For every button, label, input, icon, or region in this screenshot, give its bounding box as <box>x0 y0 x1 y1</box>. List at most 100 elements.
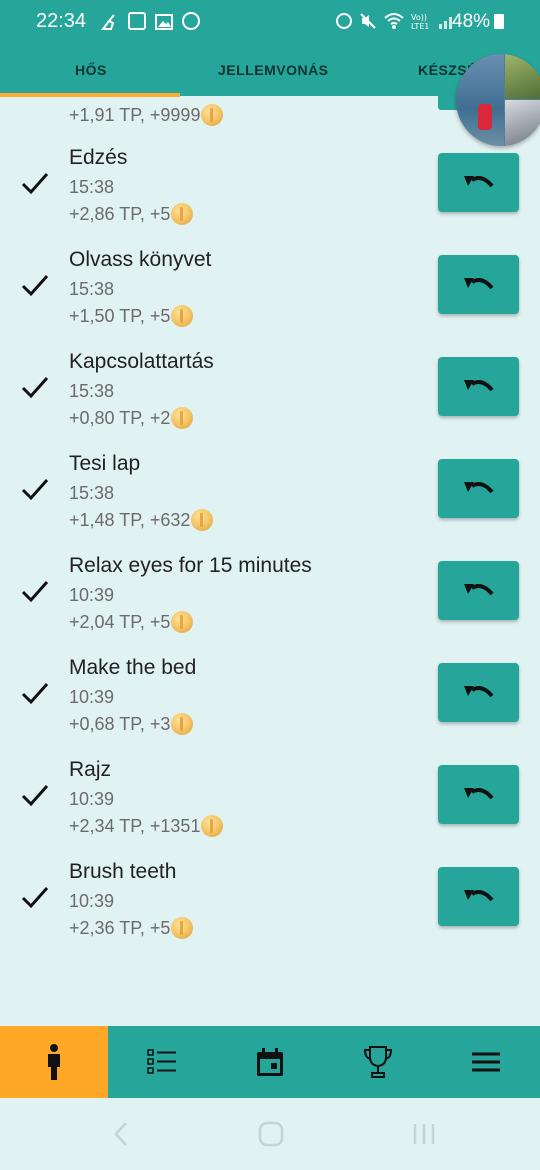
check-icon <box>21 479 49 501</box>
cleaner-icon <box>101 14 115 30</box>
coin-icon <box>171 713 194 735</box>
undo-icon <box>463 583 494 595</box>
coin-icon <box>171 407 194 429</box>
partial-task-stats: +1,91 TP, +9999 <box>69 104 224 126</box>
nav-calendar[interactable] <box>216 1026 324 1098</box>
check-icon <box>21 683 49 705</box>
task-time: 15:38 <box>69 177 115 197</box>
coin-icon <box>171 203 194 225</box>
check-icon <box>21 887 49 909</box>
nav-hero[interactable] <box>0 1026 108 1098</box>
undo-button[interactable] <box>438 153 519 212</box>
svg-text:Vo)): Vo)) <box>411 13 427 22</box>
bottom-navigation <box>0 1026 540 1098</box>
list-item: Brush teeth 10:39 +2,36 TP, +5 <box>0 854 540 956</box>
status-bar: 22:34 Vo)) LTE1 48% <box>0 0 540 44</box>
undo-button[interactable] <box>438 255 519 314</box>
task-stats: +2,36 TP, +5 <box>69 917 194 939</box>
list-item: Make the bed 10:39 +0,68 TP, +3 <box>0 650 540 752</box>
task-time: 10:39 <box>69 687 115 707</box>
task-title: Brush teeth <box>69 860 177 883</box>
check-icon <box>21 275 49 297</box>
undo-button[interactable] <box>438 765 519 824</box>
task-stats: +0,80 TP, +2 <box>69 407 194 429</box>
check-icon <box>21 377 49 399</box>
coin-icon <box>171 305 194 327</box>
undo-icon <box>463 787 494 799</box>
battery-percentage: 48% <box>452 11 491 32</box>
list-icon <box>147 1049 176 1074</box>
messenger-icon <box>182 12 200 30</box>
tab-traits[interactable]: JELLEMVONÁS <box>218 62 329 78</box>
profile-avatar[interactable] <box>456 54 540 146</box>
task-stats-text: +2,04 TP, +5 <box>69 611 171 632</box>
wifi-icon <box>384 13 404 29</box>
coin-icon <box>171 611 194 633</box>
coin-icon <box>171 917 194 939</box>
back-icon[interactable] <box>112 1120 130 1148</box>
nav-achievements[interactable] <box>324 1026 432 1098</box>
task-title: Relax eyes for 15 minutes <box>69 554 312 577</box>
task-stats-text: +1,91 TP, +9999 <box>69 104 201 125</box>
hero-icon <box>48 1044 60 1080</box>
undo-button[interactable] <box>438 663 519 722</box>
undo-button[interactable] <box>438 561 519 620</box>
coin-icon <box>191 509 214 531</box>
nav-menu[interactable] <box>432 1026 540 1098</box>
undo-icon <box>463 277 494 289</box>
task-stats-text: +2,34 TP, +1351 <box>69 815 201 836</box>
svg-text:LTE1: LTE1 <box>411 22 429 30</box>
task-title: Make the bed <box>69 656 197 679</box>
avatar-photo-1 <box>456 54 504 146</box>
undo-icon <box>463 379 494 391</box>
list-item: Olvass könyvet 15:38 +1,50 TP, +5 <box>0 242 540 344</box>
task-stats: +1,50 TP, +5 <box>69 305 194 327</box>
trophy-icon <box>363 1046 393 1078</box>
check-icon <box>21 581 49 603</box>
check-icon <box>21 173 49 195</box>
task-stats: +2,04 TP, +5 <box>69 611 194 633</box>
task-stats-text: +1,50 TP, +5 <box>69 305 171 326</box>
task-time: 10:39 <box>69 891 115 911</box>
list-item: Edzés 15:38 +2,86 TP, +5 <box>0 140 540 242</box>
task-stats: +2,34 TP, +1351 <box>69 815 224 837</box>
mute-icon <box>360 13 376 29</box>
undo-icon <box>463 685 494 697</box>
gallery-icon <box>155 14 173 30</box>
task-stats-text: +2,36 TP, +5 <box>69 917 171 938</box>
undo-button[interactable] <box>438 357 519 416</box>
task-stats-text: +1,48 TP, +632 <box>69 509 191 530</box>
task-time: 15:38 <box>69 381 115 401</box>
system-navigation-bar <box>0 1098 540 1170</box>
task-stats: +0,68 TP, +3 <box>69 713 194 735</box>
calendar-icon <box>257 1048 283 1076</box>
avatar-photo-3 <box>505 100 540 146</box>
signal-icon: Vo))LTE1 <box>411 13 452 30</box>
undo-button[interactable] <box>438 867 519 926</box>
list-item: Relax eyes for 15 minutes 10:39 +2,04 TP… <box>0 548 540 650</box>
task-title: Rajz <box>69 758 112 781</box>
recent-apps-icon[interactable] <box>412 1120 436 1148</box>
task-time: 15:38 <box>69 483 115 503</box>
task-stats-text: +2,86 TP, +5 <box>69 203 171 224</box>
coin-icon <box>201 815 224 837</box>
notification-icon <box>128 12 146 30</box>
undo-icon <box>463 481 494 493</box>
task-title: Tesi lap <box>69 452 141 475</box>
task-time: 10:39 <box>69 789 115 809</box>
list-item: Rajz 10:39 +2,34 TP, +1351 <box>0 752 540 854</box>
task-title: Olvass könyvet <box>69 248 212 271</box>
nav-list[interactable] <box>108 1026 216 1098</box>
task-stats-text: +0,68 TP, +3 <box>69 713 171 734</box>
task-title: Kapcsolattartás <box>69 350 214 373</box>
task-stats-text: +0,80 TP, +2 <box>69 407 171 428</box>
task-stats: +2,86 TP, +5 <box>69 203 194 225</box>
avatar-photo-2 <box>505 54 540 99</box>
avatar-photo-person <box>478 104 492 130</box>
alarm-icon <box>336 13 352 29</box>
status-notification-icons <box>100 12 200 32</box>
undo-icon <box>463 175 494 187</box>
undo-button[interactable] <box>438 459 519 518</box>
home-icon[interactable] <box>258 1120 284 1148</box>
tab-hero[interactable]: HŐS <box>75 62 107 78</box>
